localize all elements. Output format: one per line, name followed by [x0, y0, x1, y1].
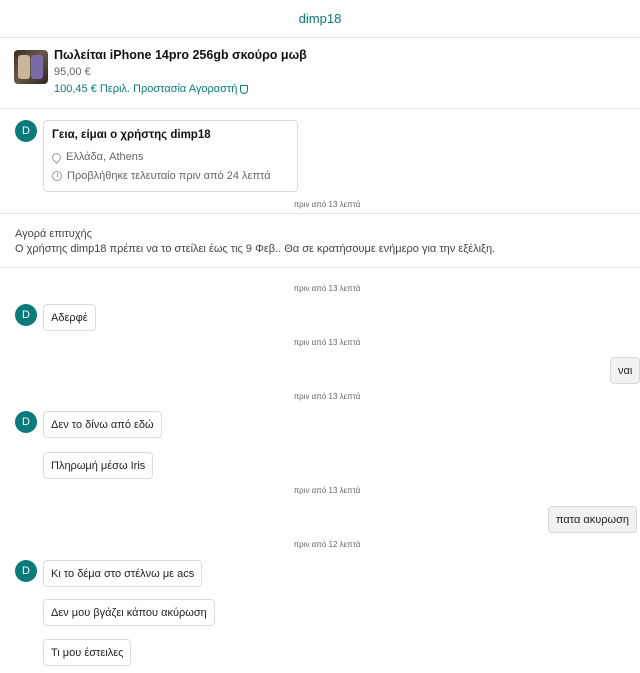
system-message-body: Ο χρήστης dimp18 πρέπει να το στείλει έω…: [15, 243, 496, 255]
profile-location: Ελλάδα, Athens: [50, 150, 289, 164]
item-thumbnail[interactable]: [14, 50, 48, 84]
message-timestamp: πριν από 12 λεπτά: [293, 540, 361, 549]
location-pin-icon: [50, 150, 63, 164]
avatar[interactable]: D: [15, 560, 37, 582]
message-bubble-received[interactable]: Κι το δέμα στο στέλνω με acs: [43, 560, 203, 587]
profile-last-seen: Προβλήθηκε τελευταίο πριν από 24 λεπτά: [52, 170, 289, 182]
divider: [0, 213, 640, 214]
message-timestamp: πριν από 13 λεπτά: [293, 200, 361, 209]
message-bubble-received[interactable]: Δεν το δίνω από εδώ: [43, 411, 162, 438]
chat-partner-username[interactable]: dimp18: [299, 11, 342, 26]
item-price: 95,00 €: [54, 66, 91, 78]
item-title[interactable]: Πωλείται iPhone 14pro 256gb σκούρο μωβ: [54, 48, 307, 63]
item-total-text: 100,45 € Περιλ. Προστασία Αγοραστή: [54, 83, 238, 95]
message-bubble-sent[interactable]: πατα ακυρωση: [548, 506, 638, 533]
avatar[interactable]: D: [15, 411, 37, 433]
message-timestamp: πριν από 13 λεπτά: [293, 392, 361, 401]
message-bubble-sent[interactable]: ναι: [610, 357, 640, 384]
profile-greeting: Γεια, είμαι ο χρήστης dimp18: [52, 129, 211, 141]
message-timestamp: πριν από 13 λεπτά: [293, 284, 361, 293]
message-bubble-received[interactable]: Αδερφέ: [43, 304, 96, 331]
message-bubble-received[interactable]: Τι μου έστειλες: [43, 639, 132, 666]
message-timestamp: πριν από 13 λεπτά: [293, 486, 361, 495]
avatar[interactable]: D: [15, 304, 37, 326]
chat-header: dimp18: [0, 0, 640, 38]
profile-last-seen-text: Προβλήθηκε τελευταίο πριν από 24 λεπτά: [67, 170, 271, 182]
message-bubble-received[interactable]: Πληρωμή μέσω Iris: [43, 452, 154, 479]
profile-location-text: Ελλάδα, Athens: [66, 151, 144, 163]
divider: [0, 267, 640, 268]
shield-icon: [240, 84, 249, 94]
clock-icon: [52, 171, 62, 181]
item-total-with-protection: 100,45 € Περιλ. Προστασία Αγοραστή: [54, 82, 307, 96]
message-bubble-received[interactable]: Δεν μου βγάζει κάπου ακύρωση: [43, 599, 215, 626]
avatar[interactable]: D: [15, 120, 37, 142]
item-summary[interactable]: Πωλείται iPhone 14pro 256gb σκούρο μωβ 9…: [0, 38, 640, 109]
message-timestamp: πριν από 13 λεπτά: [293, 338, 361, 347]
profile-card: Γεια, είμαι ο χρήστης dimp18 Ελλάδα, Ath…: [43, 120, 298, 192]
system-message-title: Αγορά επιτυχής: [15, 228, 92, 240]
